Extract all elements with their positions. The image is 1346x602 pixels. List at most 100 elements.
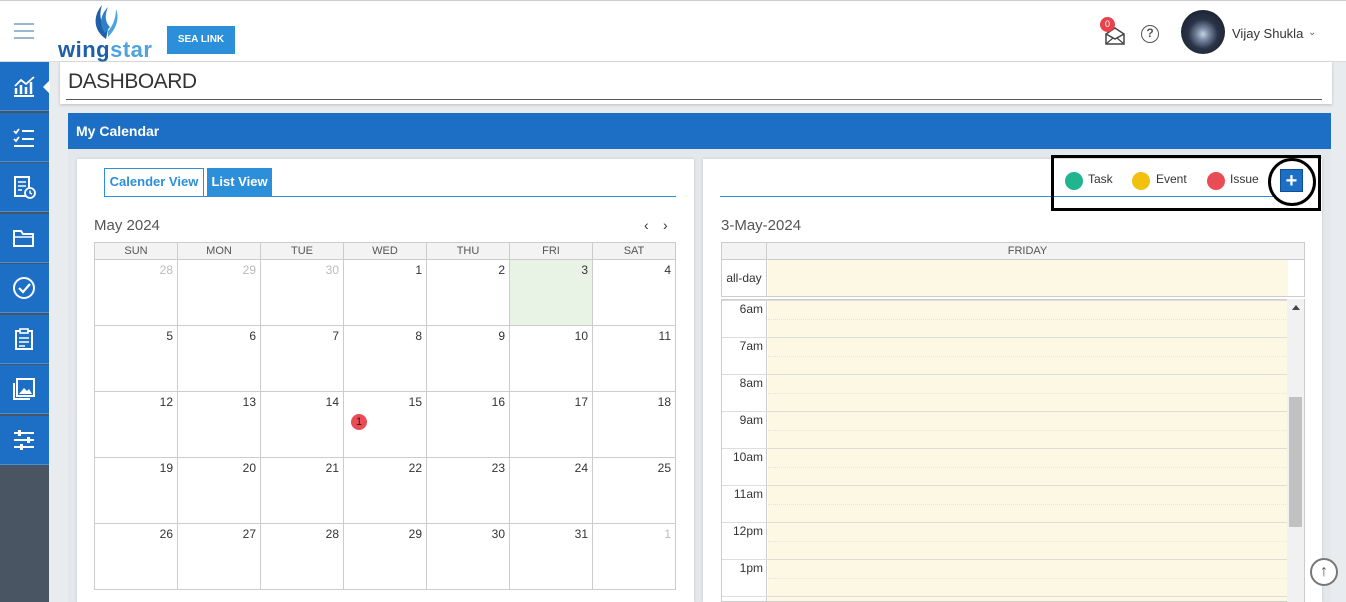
scroll-up-arrow-icon[interactable]	[1292, 305, 1300, 310]
add-event-button[interactable]: +	[1280, 169, 1303, 192]
slot-line	[768, 392, 1288, 394]
weekday-header: SAT	[592, 242, 676, 260]
hamburger-menu-icon[interactable]	[14, 23, 34, 39]
dashboard-header: DASHBOARD	[60, 62, 1332, 104]
day-cell[interactable]: 20	[177, 457, 261, 524]
next-month-button[interactable]: ›	[663, 217, 668, 233]
event-count-badge[interactable]: 1	[351, 414, 367, 430]
slot-line	[722, 559, 1288, 560]
day-cell[interactable]: 12	[94, 391, 178, 458]
day-cell[interactable]: 10	[509, 325, 593, 392]
day-cell[interactable]: 7	[260, 325, 344, 392]
all-day-slot[interactable]	[768, 260, 1288, 296]
day-name: FRIDAY	[1007, 245, 1048, 257]
day-cell[interactable]: 11	[592, 325, 676, 392]
day-cell[interactable]: 22	[343, 457, 427, 524]
user-name[interactable]: Vijay Shukla	[1232, 26, 1303, 41]
issue-legend-dot	[1207, 172, 1225, 190]
day-cell[interactable]: 24	[509, 457, 593, 524]
day-cell[interactable]: 28	[94, 259, 178, 326]
vessel-select-button[interactable]: SEA LINK	[167, 26, 235, 54]
day-cell[interactable]: 31	[509, 523, 593, 590]
time-gutter-header	[722, 243, 767, 260]
day-cell[interactable]: 18	[592, 391, 676, 458]
day-cell[interactable]: 5	[94, 325, 178, 392]
all-day-label: all-day	[722, 260, 767, 296]
tab-list-view[interactable]: List View	[207, 168, 272, 196]
scroll-to-top-button[interactable]: ↑	[1310, 558, 1338, 586]
calendar-view-tabs: Calender View List View	[104, 168, 676, 197]
weekday-header: THU	[426, 242, 510, 260]
sidebar-item-dashboard[interactable]	[0, 62, 50, 111]
day-cell[interactable]: 28	[260, 523, 344, 590]
day-cell[interactable]: 1	[343, 259, 427, 326]
day-cell[interactable]: 2	[426, 259, 510, 326]
day-cell[interactable]: 29	[343, 523, 427, 590]
event-legend-dot	[1132, 172, 1150, 190]
day-cell[interactable]: 17	[509, 391, 593, 458]
day-cell[interactable]: 30	[260, 259, 344, 326]
prev-month-button[interactable]: ‹	[644, 217, 649, 233]
time-label: 8am	[739, 376, 763, 390]
sidebar-item-settings[interactable]	[0, 416, 49, 465]
sidebar-item-documents[interactable]	[0, 214, 49, 263]
day-cell[interactable]: 21	[260, 457, 344, 524]
sidebar-item-reports[interactable]	[0, 163, 49, 212]
folder-icon	[13, 230, 34, 247]
sidebar-item-tasks[interactable]	[0, 113, 49, 162]
slot-line	[722, 596, 1288, 597]
day-cell[interactable]: 9	[426, 325, 510, 392]
check-circle-icon	[13, 277, 35, 299]
time-label: 7am	[739, 339, 763, 353]
analytics-chart-icon	[14, 76, 35, 97]
top-header: wingstar SEA LINK 0 ? Vijay Shukla ⌄	[0, 0, 1346, 62]
time-label: 1pm	[739, 561, 763, 575]
day-cell[interactable]: 25	[592, 457, 676, 524]
time-label: 12pm	[732, 524, 763, 538]
day-cell[interactable]: 29	[177, 259, 261, 326]
day-cell[interactable]: 4	[592, 259, 676, 326]
notifications-button[interactable]: 0	[1100, 17, 1126, 45]
weekday-header: WED	[343, 242, 427, 260]
chevron-down-icon[interactable]: ⌄	[1308, 27, 1316, 38]
day-cell[interactable]: 16	[426, 391, 510, 458]
month-calendar-panel: Calender View List View May 2024 ‹ › SUN…	[77, 159, 694, 602]
day-cell[interactable]: 6	[177, 325, 261, 392]
slot-line	[722, 337, 1288, 338]
month-title: May 2024	[94, 217, 160, 234]
day-cell[interactable]: 26	[94, 523, 178, 590]
day-cell[interactable]: 14	[260, 391, 344, 458]
sidebar-item-gallery[interactable]	[0, 365, 49, 414]
notification-count-badge: 0	[1100, 17, 1115, 32]
day-cell[interactable]: 23	[426, 457, 510, 524]
sidebar-item-approvals[interactable]	[0, 264, 49, 313]
task-legend-label: Task	[1088, 172, 1113, 186]
day-cell[interactable]: 13	[177, 391, 261, 458]
day-cell[interactable]: 27	[177, 523, 261, 590]
help-icon[interactable]: ?	[1141, 25, 1159, 43]
logo-text: wingstar	[58, 37, 153, 62]
avatar[interactable]	[1181, 10, 1225, 54]
day-number: 15	[408, 395, 422, 409]
slot-line	[722, 300, 1288, 301]
day-cell[interactable]: 8	[343, 325, 427, 392]
time-label: 9am	[739, 413, 763, 427]
weekday-header: SUN	[94, 242, 178, 260]
event-legend-label: Event	[1156, 172, 1187, 186]
day-cell[interactable]: 19	[94, 457, 178, 524]
slot-line	[722, 374, 1288, 375]
active-indicator	[43, 80, 50, 94]
slot-line	[722, 485, 1288, 486]
day-cell-today[interactable]: 3	[509, 259, 593, 326]
tab-calendar-view[interactable]: Calender View	[104, 168, 204, 196]
day-cell[interactable]: 30	[426, 523, 510, 590]
day-cell[interactable]: 1	[592, 523, 676, 590]
slot-line	[768, 355, 1288, 357]
day-view-scrollbar[interactable]	[1287, 299, 1304, 602]
time-slots-area[interactable]	[768, 300, 1288, 601]
wingstar-logo[interactable]: wingstar	[58, 3, 158, 62]
scroll-thumb[interactable]	[1289, 397, 1302, 527]
day-cell-with-event[interactable]: 15 1	[343, 391, 427, 458]
sliders-icon	[14, 430, 34, 450]
sidebar-item-forms[interactable]	[0, 315, 49, 364]
